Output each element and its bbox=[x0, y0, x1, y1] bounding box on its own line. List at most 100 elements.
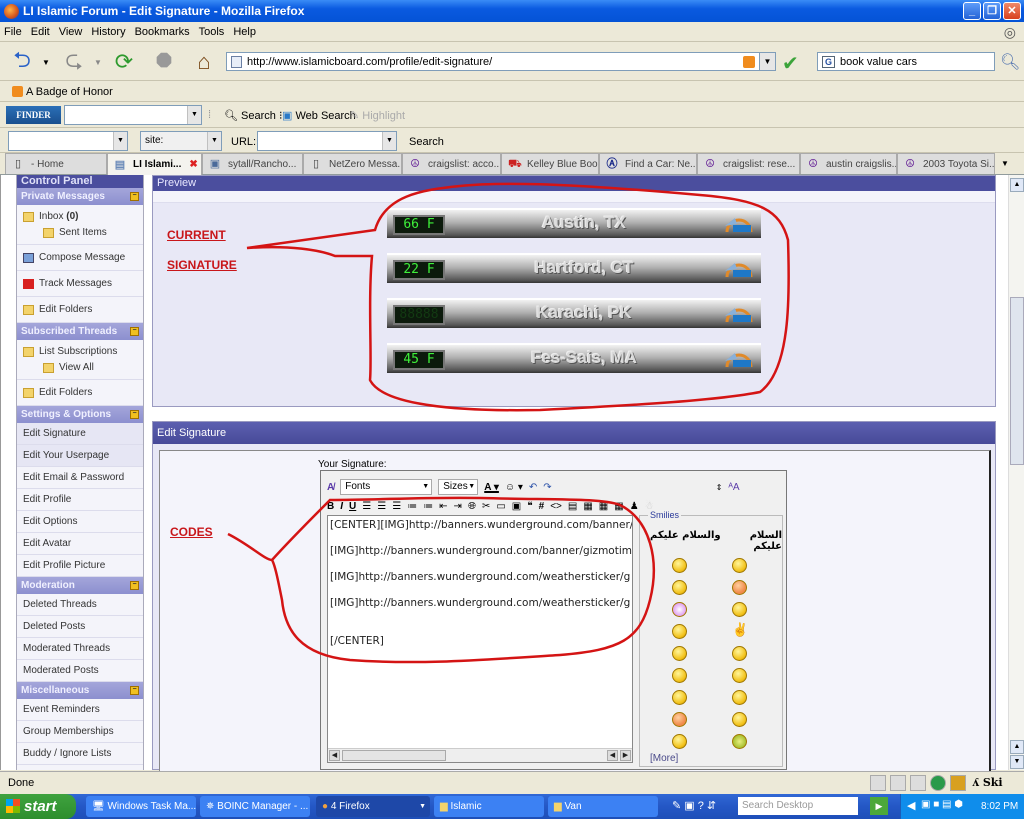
tab-list-dropdown-icon[interactable]: ▼ bbox=[995, 153, 1015, 174]
scroll-up-icon[interactable]: ▲ bbox=[1010, 178, 1024, 192]
smiley-menu-icon[interactable]: ☺ ▾ bbox=[505, 482, 523, 493]
custom-bbcode-icon-2[interactable]: ▦ bbox=[599, 501, 608, 512]
smiley-thinking-icon[interactable] bbox=[732, 646, 747, 661]
collapse-icon[interactable]: − bbox=[130, 686, 139, 695]
scroll-right-icon[interactable]: ▶ bbox=[620, 750, 631, 761]
peace-hand-icon[interactable]: ✌ bbox=[732, 622, 748, 638]
align-right-icon[interactable]: ☰ bbox=[392, 501, 401, 512]
smiley-sick-icon[interactable] bbox=[732, 734, 747, 749]
remove-format-icon[interactable]: A̸ bbox=[327, 482, 334, 493]
section-settings-options[interactable]: Settings & Options − bbox=[17, 406, 143, 423]
sidebar-item-deleted-posts[interactable]: Deleted Posts bbox=[17, 616, 143, 638]
sidebar-item-moderated-threads[interactable]: Moderated Threads bbox=[17, 638, 143, 660]
desktop-search-input[interactable]: Search Desktop bbox=[738, 797, 858, 815]
chevron-down-icon[interactable]: ▼ bbox=[382, 132, 396, 150]
home-icon[interactable]: ⌂ bbox=[190, 49, 218, 75]
collapse-icon[interactable]: − bbox=[130, 327, 139, 336]
tab-home[interactable]: ▯ - Home bbox=[5, 153, 107, 174]
restore-button[interactable]: ❐ bbox=[983, 2, 1001, 20]
site-search-button[interactable]: Search bbox=[409, 136, 444, 148]
undo-icon[interactable]: ↶ bbox=[529, 482, 537, 493]
finder-search-combo[interactable]: ▼ bbox=[64, 105, 202, 125]
task-boinc-manager[interactable]: ✵ BOINC Manager - ... bbox=[200, 796, 310, 817]
sidebar-item-edit-profile[interactable]: Edit Profile bbox=[17, 489, 143, 511]
task-islamic-folder[interactable]: ▆ Islamic bbox=[434, 796, 544, 817]
section-subscribed-threads[interactable]: Subscribed Threads − bbox=[17, 323, 143, 340]
menu-view[interactable]: View bbox=[59, 26, 83, 38]
scroll-down-icon[interactable]: ▼ bbox=[1010, 755, 1024, 769]
chevron-down-icon[interactable]: ▼ bbox=[207, 132, 221, 150]
custom-bbcode-icon-1[interactable]: ▦ bbox=[583, 501, 592, 512]
menu-tools[interactable]: Tools bbox=[199, 26, 225, 38]
smiley-grin-icon[interactable] bbox=[732, 558, 747, 573]
site-select[interactable]: site: ▼ bbox=[140, 131, 222, 151]
smiley-wink-icon[interactable] bbox=[732, 690, 747, 705]
tab-sytall[interactable]: ▣ sytall/Rancho... bbox=[202, 153, 303, 174]
page-vertical-scrollbar[interactable]: ▲ ▲ ▼ bbox=[1008, 175, 1024, 770]
switch-mode-icon[interactable]: ᴬA bbox=[728, 482, 739, 493]
tab-2003-toyota[interactable]: ☮ 2003 Toyota Si... bbox=[897, 153, 995, 174]
sidebar-item-sent-items[interactable]: Sent Items bbox=[23, 227, 137, 238]
reload-icon[interactable]: ⟳ bbox=[110, 49, 138, 75]
menu-bookmarks[interactable]: Bookmarks bbox=[135, 26, 190, 38]
back-icon[interactable]: ⮌ bbox=[8, 47, 36, 75]
indent-icon[interactable]: ⇥ bbox=[454, 501, 462, 512]
query-combo[interactable]: ▼ bbox=[8, 131, 128, 151]
web-search-button[interactable]: ▣ Web Search bbox=[282, 109, 356, 122]
section-miscellaneous[interactable]: Miscellaneous − bbox=[17, 682, 143, 699]
custom-bbcode-icon-3[interactable]: ▦ bbox=[614, 501, 623, 512]
tab-find-a-car[interactable]: Ⓐ Find a Car: Ne... bbox=[599, 153, 697, 174]
sidebar-item-event-reminders[interactable]: Event Reminders bbox=[17, 699, 143, 721]
status-addon-icon-4[interactable] bbox=[950, 775, 966, 791]
smiley-crying-icon[interactable] bbox=[672, 580, 687, 595]
signature-textarea[interactable]: [CENTER][IMG]http://banners.wunderground… bbox=[327, 515, 633, 763]
lock-icon[interactable] bbox=[870, 775, 886, 791]
smiley-laugh-icon[interactable] bbox=[672, 690, 687, 705]
more-smilies-link[interactable]: [More] bbox=[650, 753, 678, 764]
task-windows-task-manager[interactable]: 🖥︎ Windows Task Ma... bbox=[86, 796, 196, 817]
back-dropdown-icon[interactable]: ▼ bbox=[40, 49, 52, 75]
align-center-icon[interactable]: ☰ bbox=[377, 501, 386, 512]
stop-icon[interactable]: ⯃ bbox=[150, 49, 178, 75]
magnifier-icon[interactable]: 🔍︎ bbox=[1000, 52, 1020, 72]
close-button[interactable]: ✕ bbox=[1003, 2, 1021, 20]
finder-search-button[interactable]: 🔍︎ Search ⁝ bbox=[224, 109, 282, 122]
smiley-mask-icon[interactable] bbox=[672, 624, 687, 639]
chevron-down-icon[interactable]: ▼ bbox=[187, 106, 201, 124]
collapse-icon[interactable]: − bbox=[130, 581, 139, 590]
smiley-mad-icon[interactable] bbox=[672, 668, 687, 683]
sidebar-item-group-memberships[interactable]: Group Memberships bbox=[17, 721, 143, 743]
scroll-thumb[interactable] bbox=[1010, 297, 1024, 465]
status-addon-icon-2[interactable] bbox=[910, 775, 926, 791]
tray-icons[interactable]: ▣ ■ ▤ ⬢ bbox=[921, 799, 963, 810]
unlink-icon[interactable]: ✂ bbox=[482, 501, 490, 512]
collapse-icon[interactable]: − bbox=[130, 192, 139, 201]
weather-banner-fes-sais[interactable]: 45 F Fes-Sais, MA bbox=[387, 343, 761, 373]
search-input[interactable]: G book value cars bbox=[817, 52, 995, 71]
smiley-confused-icon[interactable] bbox=[732, 668, 747, 683]
forward-dropdown-icon[interactable]: ▼ bbox=[92, 49, 104, 75]
sidebar-item-deleted-threads[interactable]: Deleted Threads bbox=[17, 594, 143, 616]
sidebar-item-edit-folders[interactable]: Edit Folders bbox=[17, 297, 143, 323]
status-right-label[interactable]: ʎ Ski bbox=[972, 776, 1003, 789]
outdent-icon[interactable]: ⇤ bbox=[439, 501, 447, 512]
scroll-up-icon[interactable]: ▲ bbox=[1010, 740, 1024, 754]
text-color-icon[interactable]: A ▾ bbox=[484, 482, 499, 493]
bold-button[interactable]: B bbox=[327, 501, 334, 512]
smilie-header-salam[interactable]: السلام عليكم bbox=[730, 530, 782, 552]
tab-craigslist-rese[interactable]: ☮ craigslist: rese... bbox=[697, 153, 800, 174]
sidebar-item-view-all[interactable]: View All bbox=[23, 362, 137, 373]
redo-icon[interactable]: ↷ bbox=[543, 482, 551, 493]
sidebar-item-moderated-posts[interactable]: Moderated Posts bbox=[17, 660, 143, 682]
custom-bbcode-icon-4[interactable]: ♟ bbox=[630, 501, 639, 512]
unordered-list-icon[interactable]: ≔ bbox=[423, 501, 433, 512]
smiley-cool-icon[interactable] bbox=[672, 646, 687, 661]
rss-feed-icon[interactable] bbox=[743, 56, 755, 68]
google-icon[interactable]: G bbox=[822, 56, 835, 68]
weather-banner-hartford[interactable]: 22 F Hartford, CT bbox=[387, 253, 761, 283]
task-firefox-group[interactable]: ● 4 Firefox ▼ bbox=[316, 796, 430, 817]
smiley-smile-icon[interactable] bbox=[672, 734, 687, 749]
task-van-folder[interactable]: ▆ Van bbox=[548, 796, 658, 817]
smiley-happy-icon[interactable] bbox=[672, 602, 687, 617]
sidebar-item-edit-userpage[interactable]: Edit Your Userpage bbox=[17, 445, 143, 467]
